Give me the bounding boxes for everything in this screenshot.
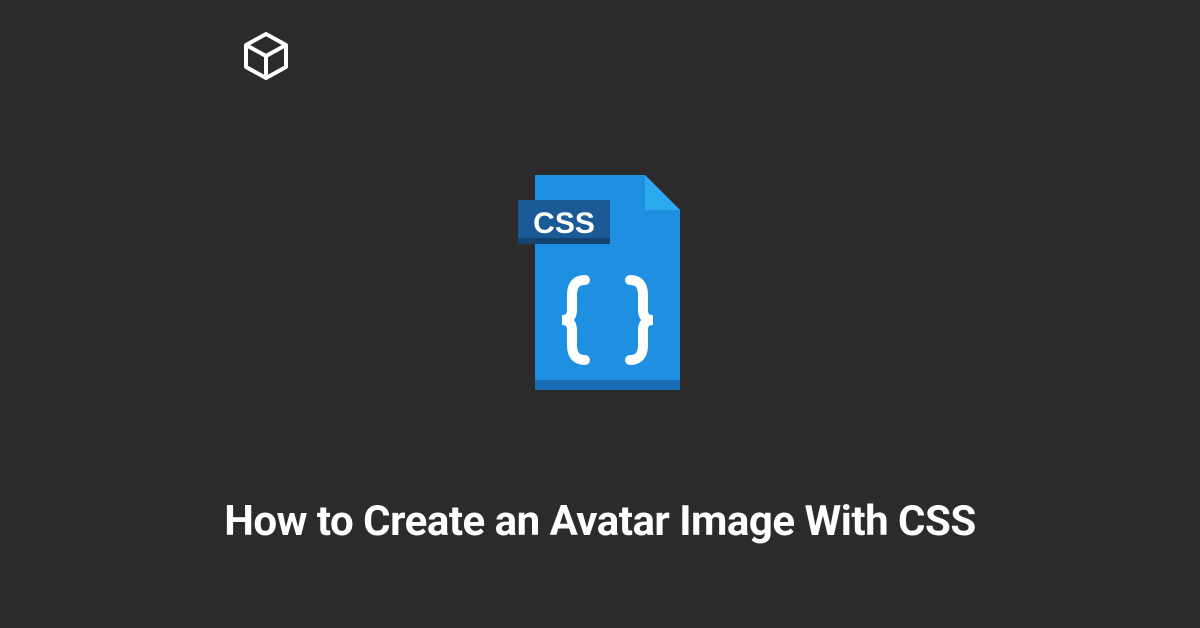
css-label-text: CSS bbox=[533, 207, 595, 240]
cube-logo-icon bbox=[238, 28, 294, 88]
page-title: How to Create an Avatar Image With CSS bbox=[0, 497, 1200, 546]
css-file-icon: CSS bbox=[500, 155, 700, 409]
